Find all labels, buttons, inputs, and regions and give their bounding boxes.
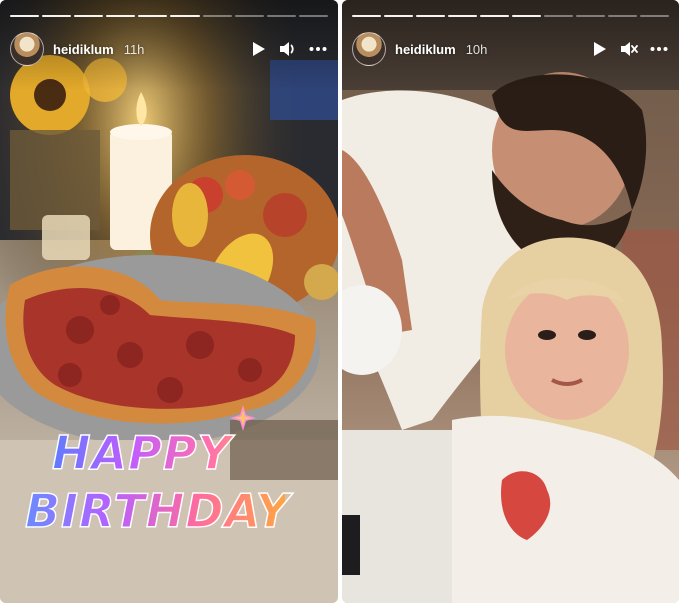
story-photo-couple-selfie [342,0,679,603]
progress-segment [352,15,381,17]
progress-segment [480,15,509,17]
progress-segment [138,15,168,17]
progress-segment [576,15,605,17]
progress-segment [608,15,637,17]
sticker-line-birthday: BIRTHDAY [24,484,291,538]
happy-birthday-sticker: HAPPY BIRTHDAY [24,429,291,538]
play-icon[interactable] [248,39,268,59]
story-controls [248,39,328,59]
progress-segment-current [170,15,200,17]
progress-segment [416,15,445,17]
progress-segment-current [512,15,541,17]
progress-segment [384,15,413,17]
progress-segment [74,15,104,17]
story-controls [589,39,669,59]
story-header: heidiklum 10h [352,32,669,66]
play-icon[interactable] [589,39,609,59]
progress-segment [42,15,72,17]
sticker-line-happy: HAPPY [51,429,285,477]
more-icon[interactable] [308,39,328,59]
progress-segment [640,15,669,17]
volume-icon[interactable] [278,39,298,59]
avatar[interactable] [352,32,386,66]
muted-icon[interactable] [619,39,639,59]
progress-segment [544,15,573,17]
progress-segment [202,15,232,17]
progress-segment [106,15,136,17]
sparkle-sticker-icon [230,405,256,431]
avatar[interactable] [10,32,44,66]
story-progress-bar [10,15,328,17]
story-timestamp: 11h [123,41,145,57]
progress-segment [10,15,40,17]
progress-segment [266,15,296,17]
story-timestamp: 10h [465,41,488,57]
story-header: heidiklum 11h [10,32,328,66]
more-icon[interactable] [649,39,669,59]
story-panel-right[interactable]: heidiklum 10h [342,0,679,603]
progress-segment [298,15,328,17]
progress-segment [448,15,477,17]
username-link[interactable]: heidiklum [53,42,114,57]
story-panel-left[interactable]: heidiklum 11h HAPPY BIRTHDAY [0,0,338,603]
username-link[interactable]: heidiklum [395,42,456,57]
progress-segment [234,15,264,17]
story-progress-bar [352,15,669,17]
